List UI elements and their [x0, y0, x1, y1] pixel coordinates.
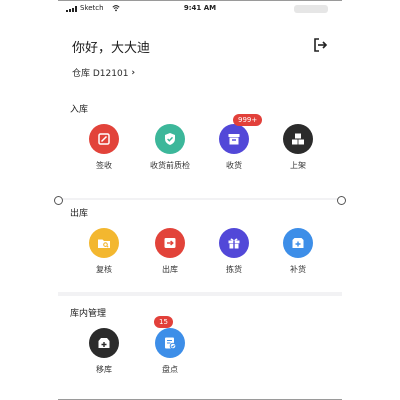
canvas: Sketch 9:41 AM 你好，大大迪 仓库 D12101 › 入库 签收 … [0, 0, 400, 400]
menu-item-pick[interactable]: 拣货 [204, 228, 264, 278]
menu-item-label: 收货前质检 [150, 161, 190, 170]
status-bar: Sketch 9:41 AM [58, 0, 342, 20]
menu-item-receive[interactable]: 收货 999+ [204, 114, 264, 174]
menu-item-label: 补货 [290, 265, 306, 274]
shield-check-icon [155, 124, 185, 154]
resize-handle-right[interactable] [337, 196, 346, 205]
menu-item-label: 上架 [290, 161, 306, 170]
chevron-right-icon: › [131, 67, 136, 78]
inventory-check-icon [155, 328, 185, 358]
menu-item-label: 复核 [96, 265, 112, 274]
battery-icon [294, 5, 328, 13]
menu-item-label: 盘点 [162, 365, 178, 374]
boxes-icon [283, 124, 313, 154]
menu-item-replenish[interactable]: 补货 [268, 228, 328, 278]
outbound-icon [155, 228, 185, 258]
menu-item-review[interactable]: 复核 [74, 228, 134, 278]
review-folder-icon [89, 228, 119, 258]
phone-screen: Sketch 9:41 AM 你好，大大迪 仓库 D12101 › 入库 签收 … [58, 0, 342, 400]
greeting-text: 你好，大大迪 [72, 41, 151, 56]
sign-icon [89, 124, 119, 154]
menu-item-label: 收货 [226, 161, 242, 170]
menu-item-sign[interactable]: 签收 [74, 124, 134, 174]
section-title-outbound: 出库 [70, 209, 89, 219]
menu-item-transfer[interactable]: 移库 [74, 328, 134, 378]
section-outbound: 出库 复核 出库 拣货 补货 [58, 200, 342, 292]
notification-badge: 15 [154, 316, 173, 328]
replenish-icon [283, 228, 313, 258]
menu-item-outbound[interactable]: 出库 [140, 228, 200, 278]
menu-item-label: 移库 [96, 365, 112, 374]
user-header: 你好，大大迪 仓库 D12101 › [58, 20, 342, 90]
logout-icon[interactable] [312, 37, 328, 53]
artboard-top-edge [58, 0, 342, 1]
menu-item-label: 拣货 [226, 265, 242, 274]
section-title-inbound: 入库 [70, 105, 89, 115]
gift-icon [219, 228, 249, 258]
menu-item-label: 出库 [162, 265, 178, 274]
notification-badge: 999+ [233, 114, 263, 126]
menu-item-inventory-check[interactable]: 盘点 15 [140, 316, 200, 378]
inbox-icon [219, 124, 249, 154]
menu-item-pre-inspection[interactable]: 收货前质检 [140, 124, 200, 174]
menu-item-shelve[interactable]: 上架 [268, 124, 328, 174]
warehouse-selector[interactable]: 仓库 D12101 › [72, 66, 136, 80]
menu-item-label: 签收 [96, 161, 112, 170]
section-internal-management: 库内管理 移库 盘点 15 [58, 296, 342, 400]
warehouse-label: 仓库 D12101 [72, 69, 129, 79]
section-inbound: 入库 签收 收货前质检 收货 999+ 上架 [58, 90, 342, 198]
section-title-internal: 库内管理 [70, 309, 107, 319]
transfer-icon [89, 328, 119, 358]
resize-handle-left[interactable] [54, 196, 63, 205]
